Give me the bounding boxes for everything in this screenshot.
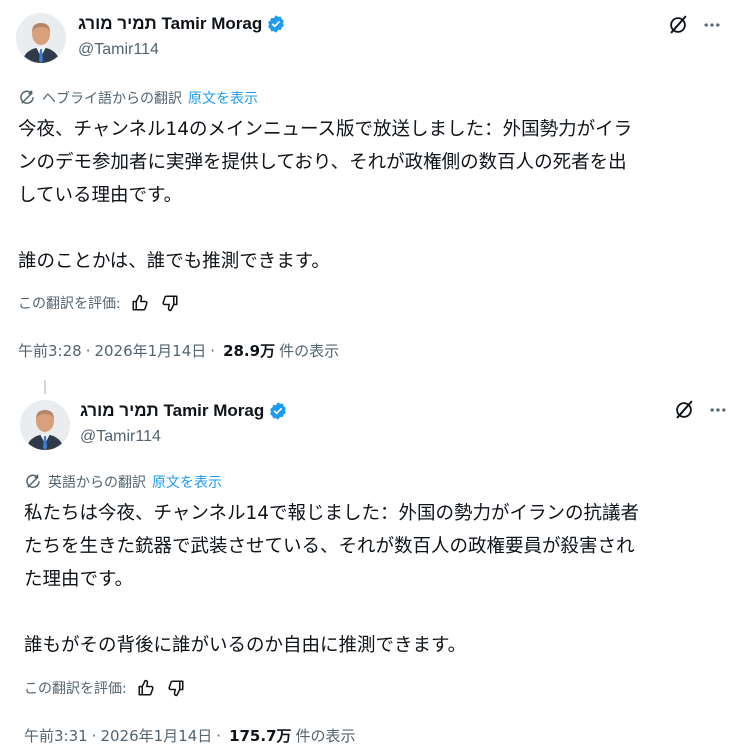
show-original-link[interactable]: 原文を表示 xyxy=(152,472,222,492)
tweet-text: 今夜、チャンネル14のメインニュース版で放送しました：外国勢力がイラ ンのデモ参… xyxy=(18,119,633,272)
thumbs-up-icon[interactable] xyxy=(135,677,157,699)
display-name[interactable]: תמיר מורג Tamir Morag xyxy=(78,14,262,34)
translated-from-label: 英語からの翻訳 xyxy=(48,475,146,491)
rate-translation-row: この翻訳を評価: xyxy=(24,677,187,699)
translated-from-label: ヘブライ語からの翻訳 xyxy=(42,91,182,107)
more-icon[interactable] xyxy=(706,398,730,422)
rate-translation-row: この翻訳を評価: xyxy=(18,292,181,314)
separator: · xyxy=(210,341,216,360)
verified-badge-icon xyxy=(268,401,288,421)
thumbs-down-icon[interactable] xyxy=(165,677,187,699)
post-1[interactable]: תמיר מורג Tamir Morag @Tamir114 ヘブライ語からの… xyxy=(0,0,747,375)
post-meta: 午前3:31 · 2026年1月14日 · 175.7万 件の表示 xyxy=(24,725,356,746)
separator: · xyxy=(85,341,91,360)
grok-icon[interactable] xyxy=(666,13,690,37)
translate-icon xyxy=(18,89,36,107)
handle[interactable]: @Tamir114 xyxy=(78,41,159,59)
more-icon[interactable] xyxy=(700,13,724,37)
thread-line xyxy=(44,380,46,394)
post-time[interactable]: 午前3:31 xyxy=(24,725,88,746)
translate-icon xyxy=(24,473,42,491)
translation-notice: ヘブライ語からの翻訳 原文を表示 xyxy=(18,88,258,108)
tweet-text: 私たちは今夜、チャンネル14で報じました：外国の勢力がイランの抗議者 たちを生き… xyxy=(24,503,639,656)
post-date[interactable]: 2026年1月14日 xyxy=(100,725,212,746)
post-meta: 午前3:28 · 2026年1月14日 · 28.9万 件の表示 xyxy=(18,340,339,361)
views-count: 175.7万 xyxy=(229,727,292,745)
separator: · xyxy=(91,726,97,745)
handle[interactable]: @Tamir114 xyxy=(80,428,161,446)
views-label: 件の表示 xyxy=(279,342,340,360)
translation-notice: 英語からの翻訳 原文を表示 xyxy=(24,472,222,492)
display-name[interactable]: תמיר מורג Tamir Morag xyxy=(80,401,264,421)
views-count: 28.9万 xyxy=(223,342,276,360)
thumbs-down-icon[interactable] xyxy=(159,292,181,314)
show-original-link[interactable]: 原文を表示 xyxy=(188,88,258,108)
post-2[interactable]: תמיר מורג Tamir Morag @Tamir114 英語からの翻訳 … xyxy=(0,380,747,747)
separator: · xyxy=(216,726,222,745)
views-label: 件の表示 xyxy=(295,727,356,745)
grok-icon[interactable] xyxy=(672,398,696,422)
display-name-row[interactable]: תמיר מורג Tamir Morag xyxy=(80,401,288,421)
rate-translation-label: この翻訳を評価: xyxy=(18,296,121,312)
avatar[interactable] xyxy=(20,400,70,450)
thumbs-up-icon[interactable] xyxy=(129,292,151,314)
avatar[interactable] xyxy=(16,13,66,63)
verified-badge-icon xyxy=(266,14,286,34)
post-time[interactable]: 午前3:28 xyxy=(18,340,82,361)
rate-translation-label: この翻訳を評価: xyxy=(24,681,127,697)
display-name-row[interactable]: תמיר מורג Tamir Morag xyxy=(78,14,286,34)
post-date[interactable]: 2026年1月14日 xyxy=(94,340,206,361)
